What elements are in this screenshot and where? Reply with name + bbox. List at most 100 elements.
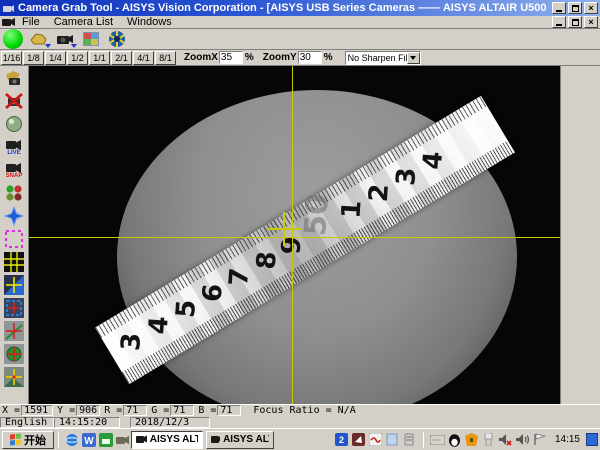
dropdown-arrow-icon <box>45 44 51 48</box>
quicklaunch-camera-icon[interactable] <box>114 432 131 448</box>
video-camera-icon <box>5 162 23 173</box>
minimize-button[interactable] <box>552 2 566 14</box>
zoom-toolbar: 1/16 1/8 1/4 1/2 1/1 2/1 4/1 8/1 ZoomX %… <box>0 50 600 66</box>
restore-button[interactable] <box>568 2 582 14</box>
grid-overlay-button[interactable] <box>1 251 27 273</box>
x-label: X = <box>2 405 20 416</box>
crosshair-line-button[interactable] <box>1 320 27 342</box>
chevron-down-icon <box>410 56 416 60</box>
close-button[interactable]: × <box>584 2 598 14</box>
zoomy-input[interactable] <box>298 51 322 64</box>
sharpen-filter-dropdown-button[interactable] <box>407 52 420 64</box>
flash-tray-icon[interactable]: 2 <box>334 432 349 447</box>
r-label: R = <box>104 405 122 416</box>
server-tray-icon[interactable] <box>402 432 417 447</box>
quicklaunch-green-app-icon[interactable] <box>97 432 114 448</box>
camera-select-button[interactable] <box>52 29 78 49</box>
zoom-preset-1-8[interactable]: 1/8 <box>23 51 44 65</box>
speaker-icon[interactable] <box>515 432 530 447</box>
usb-tray-icon[interactable] <box>481 432 496 447</box>
date-panel: 2018/12/3 <box>130 417 210 428</box>
media-tray-icon[interactable] <box>368 432 383 447</box>
zoom-preset-4-1[interactable]: 4/1 <box>133 51 154 65</box>
aperture-button[interactable] <box>104 29 130 49</box>
circle-target-button[interactable] <box>1 343 27 365</box>
security-tray-icon[interactable] <box>464 432 479 447</box>
y-label: Y = <box>57 405 75 416</box>
close-icon: × <box>588 4 593 13</box>
menu-file[interactable]: File <box>22 16 40 28</box>
start-label: 开始 <box>24 432 46 448</box>
camera-image-viewport[interactable]: 3 4 5 6 7 8 9 50 1 2 3 4 <box>29 66 560 404</box>
qq-tray-icon[interactable] <box>447 432 462 447</box>
quicklaunch-word-icon[interactable]: W <box>80 432 97 448</box>
task-button-aisys-2[interactable]: AISYS ALTA... <box>206 431 274 449</box>
flag-tray-icon[interactable] <box>532 432 547 447</box>
zoom-preset-2-1[interactable]: 2/1 <box>111 51 132 65</box>
mdi-close-icon: × <box>588 18 593 27</box>
target-box-icon <box>4 298 24 318</box>
ready-state-button[interactable] <box>1 113 27 135</box>
tray-clock[interactable]: 14:15 <box>555 434 580 445</box>
task-button-aisys-1[interactable]: AISYS ALT... <box>131 431 203 449</box>
connect-camera-button[interactable] <box>1 67 27 89</box>
color-circles-icon <box>5 184 23 202</box>
zoom-preset-8-1[interactable]: 8/1 <box>155 51 176 65</box>
center-cross-button[interactable] <box>1 366 27 388</box>
roi-selection-button[interactable] <box>1 228 27 250</box>
zoomx-input[interactable] <box>219 51 243 64</box>
disconnect-camera-button[interactable] <box>1 90 27 112</box>
system-tray: 2 <box>334 432 598 448</box>
g-value: 71 <box>170 405 194 416</box>
focus-ratio-text: Focus Ratio = N/A <box>253 405 355 416</box>
zoomx-unit: % <box>245 52 254 63</box>
snap-button[interactable]: SNAP <box>1 159 27 181</box>
quicklaunch-ie-icon[interactable] <box>63 432 80 448</box>
taskbar-separator <box>58 432 59 448</box>
r-value: 71 <box>123 405 147 416</box>
muted-speaker-icon[interactable] <box>498 432 513 447</box>
circle-cross-icon <box>4 344 24 364</box>
tray-separator <box>423 432 424 448</box>
color-image-icon <box>82 31 100 47</box>
camera-task-icon <box>211 435 220 444</box>
star-marker-button[interactable] <box>1 205 27 227</box>
keyboard-tray-icon[interactable] <box>430 432 445 447</box>
zoomx-label: ZoomX <box>184 52 218 63</box>
restore-icon <box>572 5 579 12</box>
sharpen-filter-value: No Sharpen Filte <box>346 53 407 63</box>
document-tray-icon[interactable] <box>385 432 400 447</box>
mdi-minimize-button[interactable] <box>552 16 566 28</box>
language-indicator-icon[interactable] <box>586 433 598 446</box>
image-settings-button[interactable] <box>78 29 104 49</box>
start-grab-button[interactable] <box>0 29 26 49</box>
crosshair-diagonal-icon <box>4 321 24 341</box>
y-value: 906 <box>76 405 100 416</box>
zoom-preset-1-1[interactable]: 1/1 <box>89 51 110 65</box>
mdi-restore-icon <box>572 19 579 26</box>
ruler-digit-faint: 50 <box>301 213 332 237</box>
menu-camera-list[interactable]: Camera List <box>54 16 113 28</box>
center-box-button[interactable] <box>1 297 27 319</box>
mdi-close-button[interactable]: × <box>584 16 598 28</box>
camera-disconnect-icon <box>4 92 24 110</box>
grid-icon <box>4 252 24 272</box>
sharpen-filter-select[interactable]: No Sharpen Filte <box>345 51 421 65</box>
diagonal-measure-button[interactable] <box>1 274 27 296</box>
zoom-preset-1-2[interactable]: 1/2 <box>67 51 88 65</box>
download-tray-icon[interactable] <box>351 432 366 447</box>
menu-windows[interactable]: Windows <box>127 16 172 28</box>
live-view-button[interactable]: LIVE <box>1 136 27 158</box>
app-window: Camera Grab Tool - AISYS Vision Corporat… <box>0 0 600 450</box>
diagonal-cross-icon <box>4 275 24 295</box>
white-balance-button[interactable] <box>1 182 27 204</box>
green-orb-icon <box>5 115 23 133</box>
start-button[interactable]: 开始 <box>2 431 54 449</box>
time-panel: 14:15:20 <box>54 417 120 428</box>
pixel-status-bar: X = 1591 Y = 906 R = 71 G = 71 B = 71 Fo… <box>0 404 600 416</box>
zoom-preset-1-16[interactable]: 1/16 <box>1 51 22 65</box>
mdi-restore-button[interactable] <box>568 16 582 28</box>
b-value: 71 <box>217 405 241 416</box>
zoom-preset-1-4[interactable]: 1/4 <box>45 51 66 65</box>
open-hand-button[interactable] <box>26 29 52 49</box>
